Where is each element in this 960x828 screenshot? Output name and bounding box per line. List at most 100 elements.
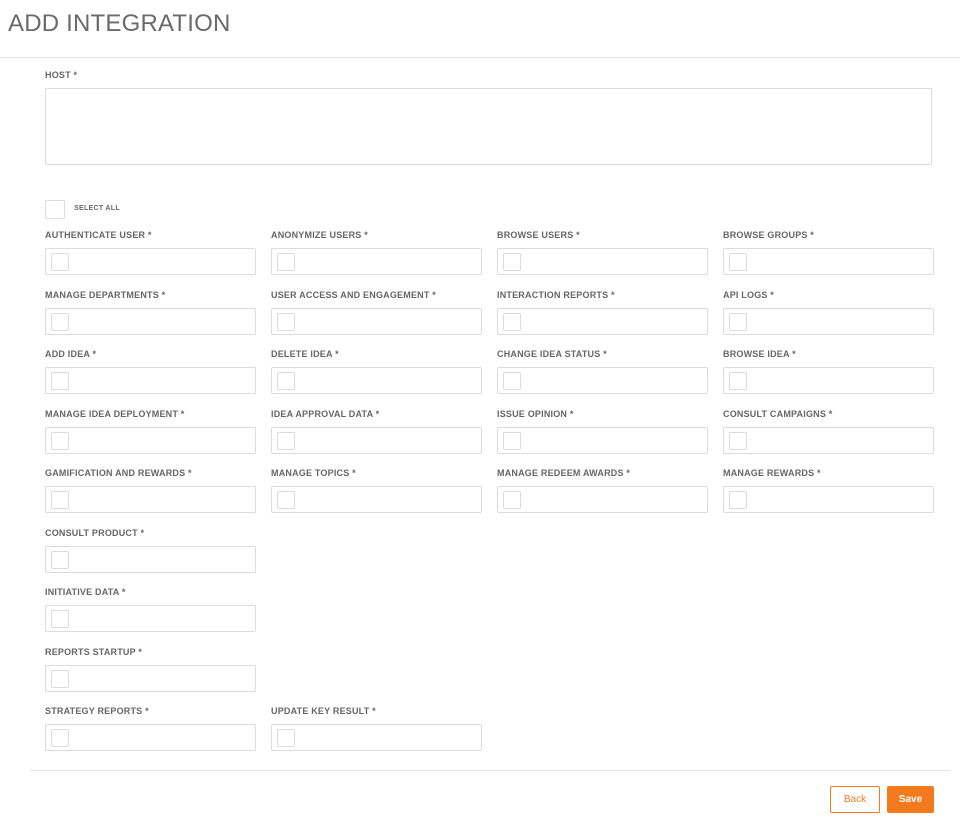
permission-field bbox=[45, 605, 256, 632]
permission-checkbox[interactable] bbox=[51, 372, 69, 390]
permission-initiative-data: INITIATIVE DATA * bbox=[45, 587, 256, 633]
back-button[interactable]: Back bbox=[830, 786, 880, 813]
permission-field bbox=[45, 248, 256, 275]
permission-field bbox=[497, 367, 708, 394]
permission-checkbox[interactable] bbox=[277, 253, 295, 271]
permission-reports-startup: REPORTS STARTUP * bbox=[45, 647, 256, 693]
permission-checkbox[interactable] bbox=[503, 253, 521, 271]
permission-checkbox[interactable] bbox=[51, 491, 69, 509]
permission-update-key-result: UPDATE KEY RESULT * bbox=[271, 706, 482, 752]
permission-issue-opinion: ISSUE OPINION * bbox=[497, 409, 708, 455]
permission-field bbox=[271, 724, 482, 751]
permission-field bbox=[271, 427, 482, 454]
permission-manage-departments: MANAGE DEPARTMENTS * bbox=[45, 290, 256, 336]
footer-divider bbox=[30, 770, 950, 771]
permission-checkbox[interactable] bbox=[729, 253, 747, 271]
permission-browse-groups: BROWSE GROUPS * bbox=[723, 230, 934, 276]
permission-label: IDEA APPROVAL DATA * bbox=[271, 409, 380, 419]
permission-label: STRATEGY REPORTS * bbox=[45, 706, 149, 716]
permission-checkbox[interactable] bbox=[51, 610, 69, 628]
permission-field bbox=[45, 486, 256, 513]
permission-manage-idea-deployment: MANAGE IDEA DEPLOYMENT * bbox=[45, 409, 256, 455]
permission-manage-rewards: MANAGE REWARDS * bbox=[723, 468, 934, 514]
permission-label: MANAGE IDEA DEPLOYMENT * bbox=[45, 409, 185, 419]
permission-label: CONSULT PRODUCT * bbox=[45, 528, 145, 538]
permission-label: INTERACTION REPORTS * bbox=[497, 290, 615, 300]
permission-checkbox[interactable] bbox=[51, 432, 69, 450]
permission-field bbox=[45, 546, 256, 573]
permission-label: MANAGE REDEEM AWARDS * bbox=[497, 468, 631, 478]
save-button[interactable]: Save bbox=[887, 786, 934, 813]
permission-checkbox[interactable] bbox=[729, 432, 747, 450]
permission-checkbox[interactable] bbox=[51, 729, 69, 747]
permission-label: MANAGE REWARDS * bbox=[723, 468, 821, 478]
permission-checkbox[interactable] bbox=[51, 313, 69, 331]
permission-browse-users: BROWSE USERS * bbox=[497, 230, 708, 276]
permission-label: CHANGE IDEA STATUS * bbox=[497, 349, 607, 359]
permission-field bbox=[497, 248, 708, 275]
permission-label: UPDATE KEY RESULT * bbox=[271, 706, 376, 716]
permission-add-idea: ADD IDEA * bbox=[45, 349, 256, 395]
permission-checkbox[interactable] bbox=[277, 372, 295, 390]
permission-label: BROWSE GROUPS * bbox=[723, 230, 815, 240]
permission-field bbox=[497, 486, 708, 513]
permission-checkbox[interactable] bbox=[503, 372, 521, 390]
permission-label: AUTHENTICATE USER * bbox=[45, 230, 152, 240]
permission-checkbox[interactable] bbox=[729, 313, 747, 331]
permission-field bbox=[271, 367, 482, 394]
permission-manage-topics: MANAGE TOPICS * bbox=[271, 468, 482, 514]
permission-consult-campaigns: CONSULT CAMPAIGNS * bbox=[723, 409, 934, 455]
permission-gamification-and-rewards: GAMIFICATION AND REWARDS * bbox=[45, 468, 256, 514]
permission-label: GAMIFICATION AND REWARDS * bbox=[45, 468, 192, 478]
permission-checkbox[interactable] bbox=[51, 253, 69, 271]
permission-checkbox[interactable] bbox=[503, 432, 521, 450]
permission-checkbox[interactable] bbox=[277, 729, 295, 747]
permission-browse-idea: BROWSE IDEA * bbox=[723, 349, 934, 395]
permission-delete-idea: DELETE IDEA * bbox=[271, 349, 482, 395]
permission-field bbox=[271, 486, 482, 513]
permission-checkbox[interactable] bbox=[51, 670, 69, 688]
permission-label: BROWSE USERS * bbox=[497, 230, 580, 240]
permission-field bbox=[723, 486, 934, 513]
permission-checkbox[interactable] bbox=[503, 491, 521, 509]
permission-field bbox=[45, 665, 256, 692]
permission-label: DELETE IDEA * bbox=[271, 349, 339, 359]
permission-consult-product: CONSULT PRODUCT * bbox=[45, 528, 256, 574]
permission-strategy-reports: STRATEGY REPORTS * bbox=[45, 706, 256, 752]
permission-checkbox[interactable] bbox=[729, 491, 747, 509]
permission-authenticate-user: AUTHENTICATE USER * bbox=[45, 230, 256, 276]
permission-interaction-reports: INTERACTION REPORTS * bbox=[497, 290, 708, 336]
permission-label: REPORTS STARTUP * bbox=[45, 647, 143, 657]
select-all-label: SELECT ALL bbox=[74, 205, 120, 212]
permission-checkbox[interactable] bbox=[729, 372, 747, 390]
permission-field bbox=[271, 308, 482, 335]
permission-field bbox=[45, 367, 256, 394]
permission-field bbox=[723, 308, 934, 335]
permission-field bbox=[497, 427, 708, 454]
page-title: ADD INTEGRATION bbox=[8, 10, 231, 37]
permission-label: ADD IDEA * bbox=[45, 349, 97, 359]
permission-checkbox[interactable] bbox=[51, 551, 69, 569]
permission-label: INITIATIVE DATA * bbox=[45, 587, 126, 597]
permission-change-idea-status: CHANGE IDEA STATUS * bbox=[497, 349, 708, 395]
permission-checkbox[interactable] bbox=[277, 432, 295, 450]
permission-field bbox=[497, 308, 708, 335]
permission-checkbox[interactable] bbox=[277, 313, 295, 331]
permission-field bbox=[45, 724, 256, 751]
permission-checkbox[interactable] bbox=[277, 491, 295, 509]
permission-field bbox=[723, 248, 934, 275]
host-input[interactable] bbox=[45, 88, 932, 165]
permission-api-logs: API LOGS * bbox=[723, 290, 934, 336]
permission-checkbox[interactable] bbox=[503, 313, 521, 331]
host-label: HOST * bbox=[45, 70, 78, 80]
select-all-checkbox[interactable] bbox=[45, 200, 65, 219]
permission-label: BROWSE IDEA * bbox=[723, 349, 796, 359]
title-divider bbox=[0, 57, 960, 58]
permission-manage-redeem-awards: MANAGE REDEEM AWARDS * bbox=[497, 468, 708, 514]
permission-user-access-and-engagement: USER ACCESS AND ENGAGEMENT * bbox=[271, 290, 482, 336]
permission-label: ANONYMIZE USERS * bbox=[271, 230, 368, 240]
permission-label: MANAGE TOPICS * bbox=[271, 468, 356, 478]
permission-field bbox=[723, 367, 934, 394]
permission-label: ISSUE OPINION * bbox=[497, 409, 574, 419]
permission-label: CONSULT CAMPAIGNS * bbox=[723, 409, 833, 419]
